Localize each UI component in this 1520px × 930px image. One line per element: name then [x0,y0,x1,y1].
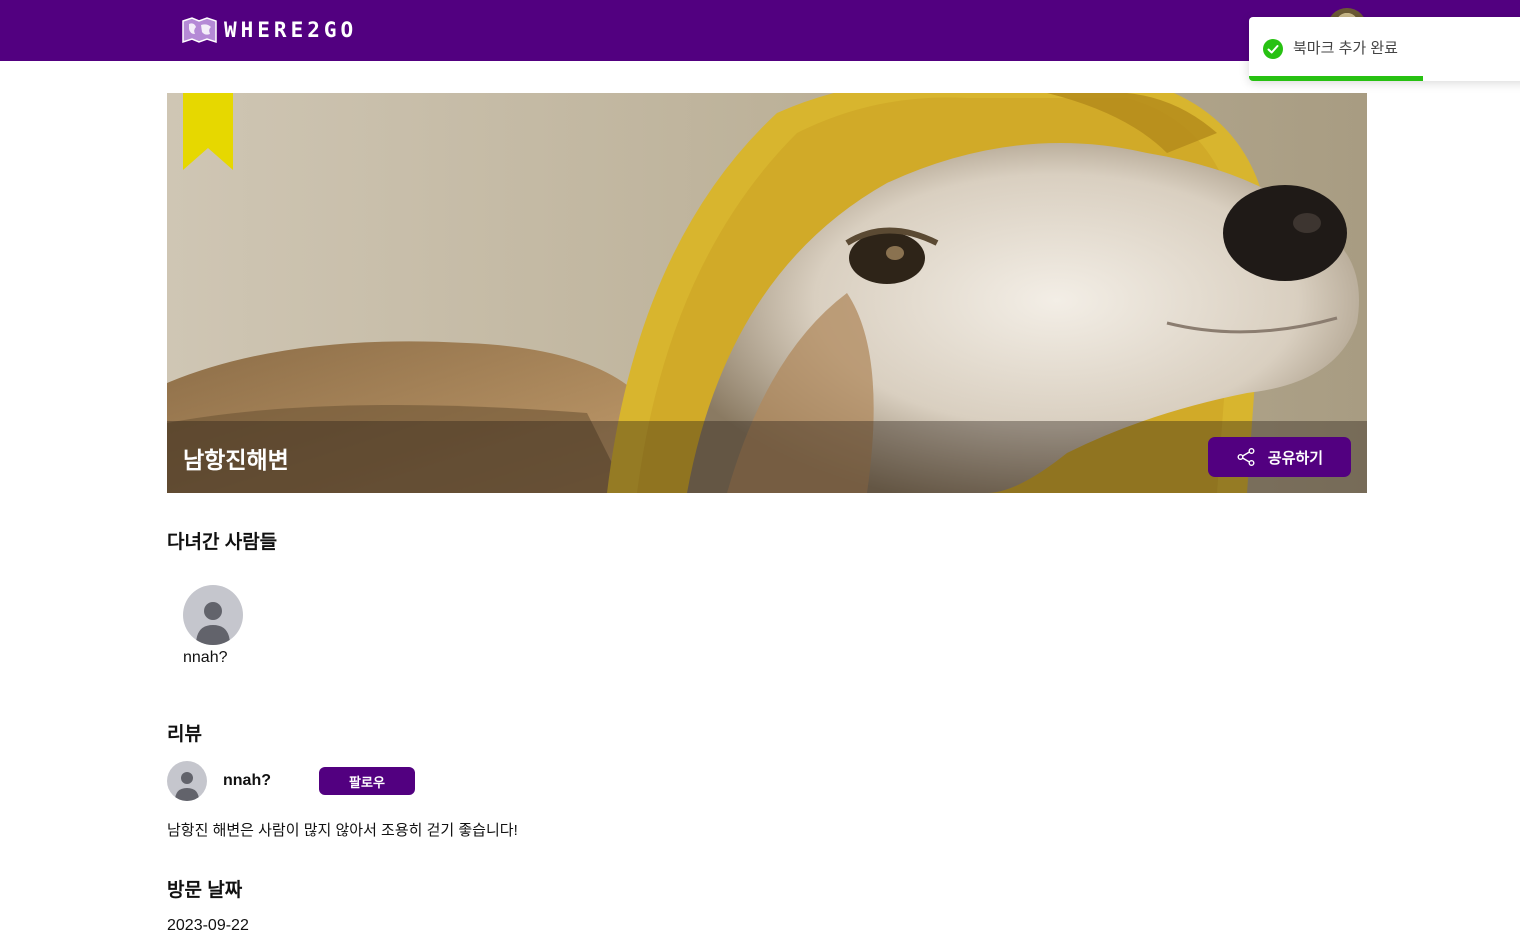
review-heading: 리뷰 [167,724,202,745]
place-hero: 남항진해변 공유하기 [167,93,1367,493]
visitor-name: nnah? [183,649,228,666]
globe-logo-icon [182,17,217,44]
toast-message: 북마크 추가 완료 [1293,40,1398,57]
bookmark-ribbon-icon[interactable] [183,93,233,170]
reviewer-name[interactable]: nnah? [223,772,271,790]
share-button-label: 공유하기 [1267,449,1324,467]
reviewer-avatar[interactable] [167,761,207,801]
check-circle-icon [1263,39,1283,59]
visitor-avatar [183,585,243,645]
share-button[interactable]: 공유하기 [1208,437,1351,477]
visitor-item[interactable]: nnah? [183,585,243,666]
visitors-heading: 다녀간 사람들 [167,532,278,553]
follow-button[interactable]: 팔로우 [319,767,415,795]
where2go-logo[interactable]: WHERE2GO [180,13,357,47]
visit-date-value: 2023-09-22 [167,917,249,930]
visit-date-heading: 방문 날짜 [167,880,243,901]
toast-notification[interactable]: 북마크 추가 완료 [1249,17,1520,81]
logo-text: WHERE2GO [224,18,358,42]
hero-caption-bar: 남항진해변 공유하기 [167,421,1367,493]
share-icon [1237,448,1255,466]
review-text: 남항진 해변은 사람이 많지 않아서 조용히 걷기 좋습니다! [167,822,518,839]
toast-progress-bar [1249,76,1423,81]
default-user-icon [196,602,230,645]
place-title: 남항진해변 [183,447,289,473]
default-user-icon [175,772,199,801]
